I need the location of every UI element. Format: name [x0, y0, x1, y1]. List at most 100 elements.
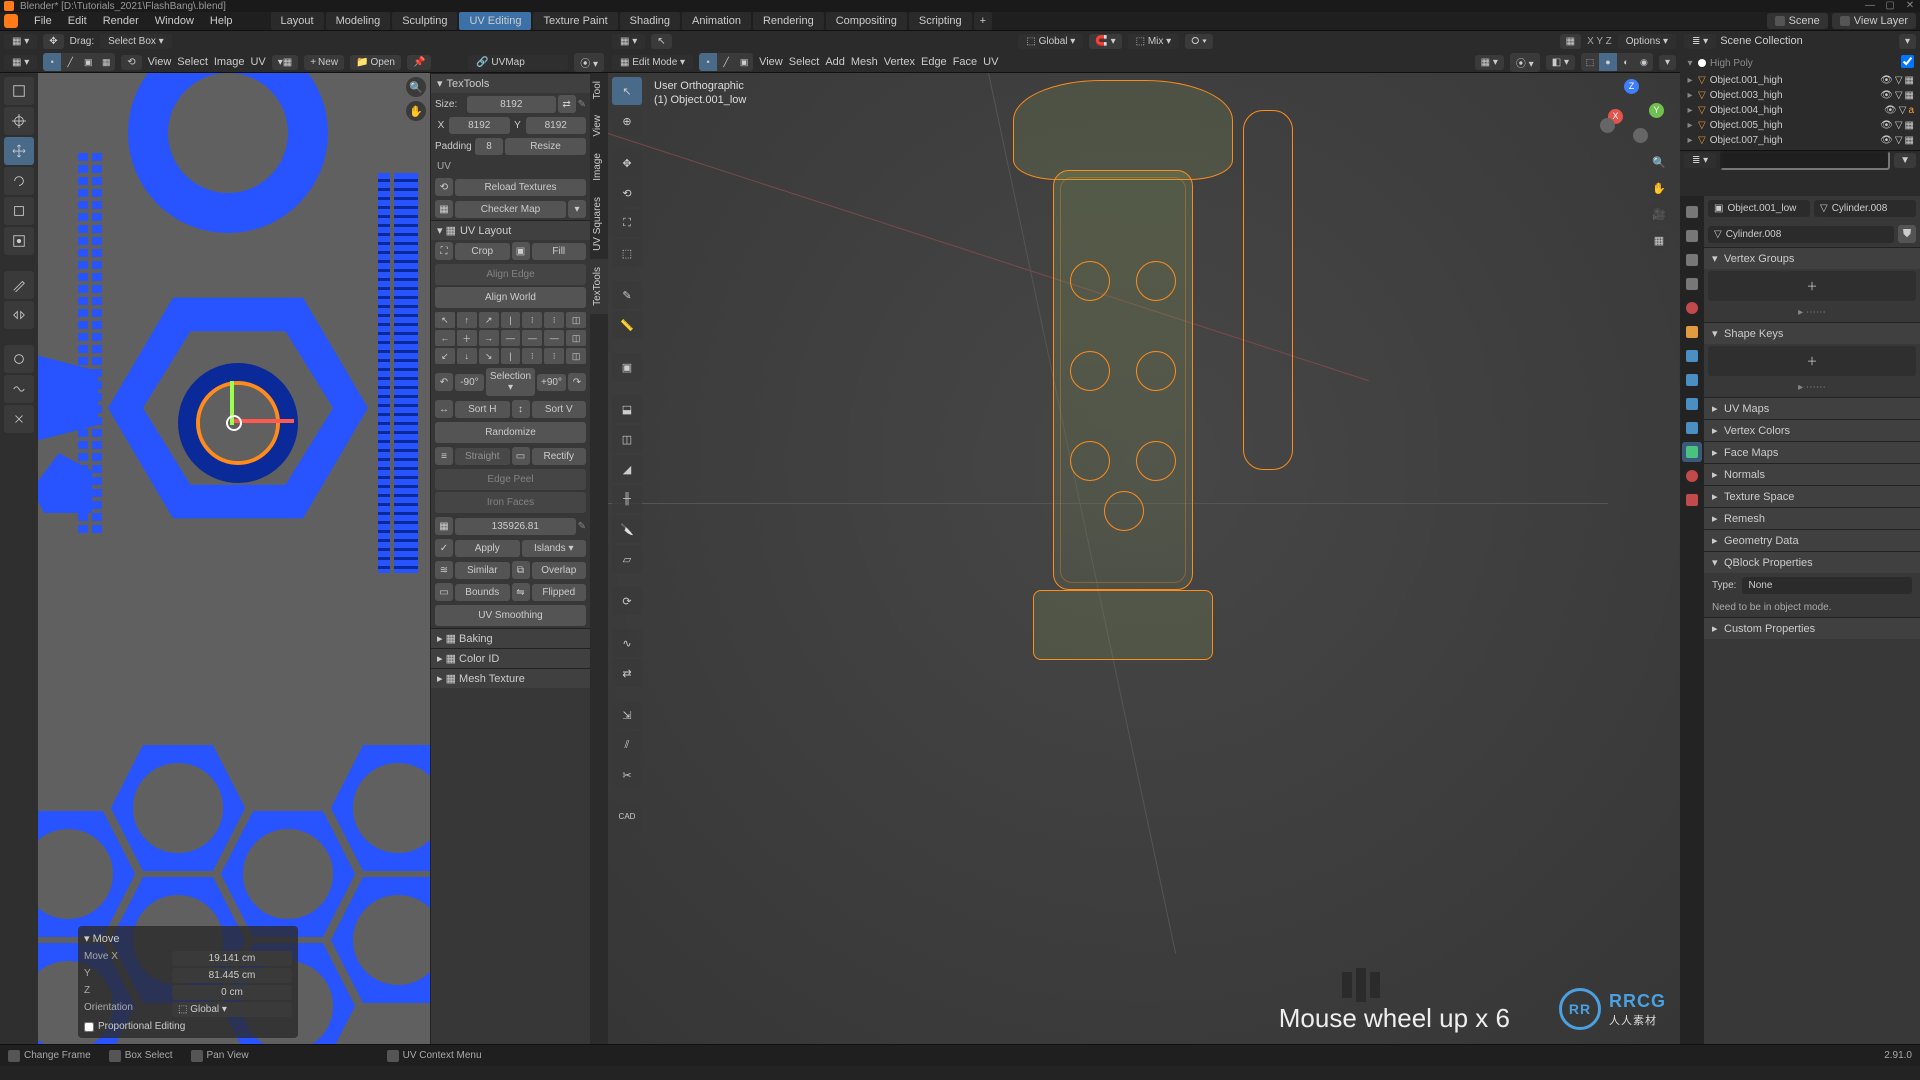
- menu-edit[interactable]: Edit: [60, 15, 95, 27]
- uv-canvas[interactable]: 🔍 ✋ ▾ Move Move X19.141 cm Y81.445 cm Z0…: [38, 73, 430, 1044]
- sec-uv-maps[interactable]: ▸UV Maps: [1704, 397, 1920, 419]
- orientation-dropdown[interactable]: ⬚ Global ▾: [172, 1002, 292, 1017]
- tool-transform[interactable]: [4, 227, 34, 255]
- options-dropdown[interactable]: Options ▾: [1618, 34, 1676, 49]
- ptab-world[interactable]: [1682, 298, 1702, 318]
- edge-peel-button[interactable]: Edge Peel: [435, 469, 586, 490]
- tool-rotate[interactable]: [4, 167, 34, 195]
- pin-image-button[interactable]: 📌: [407, 55, 431, 70]
- new-image-button[interactable]: + New: [304, 55, 344, 70]
- align-world-button[interactable]: Align World: [435, 287, 586, 308]
- camera-icon[interactable]: 🎥: [1648, 203, 1670, 225]
- uvmap-selector[interactable]: 🔗 UVMap: [468, 55, 568, 70]
- tab-texture-paint[interactable]: Texture Paint: [533, 12, 617, 30]
- baking-section[interactable]: ▸ ▦ Baking: [431, 628, 590, 648]
- persp-toggle-icon[interactable]: ▦: [1648, 229, 1670, 251]
- open-image-button[interactable]: 📁 Open: [350, 55, 401, 70]
- flipped-button[interactable]: Flipped: [532, 584, 587, 601]
- mesh-data-button[interactable]: ⛊: [1898, 225, 1916, 243]
- sec-texture-space[interactable]: ▸Texture Space: [1704, 485, 1920, 507]
- sec-geometry-data[interactable]: ▸Geometry Data: [1704, 529, 1920, 551]
- vp-cursor-icon[interactable]: ↖: [651, 34, 671, 49]
- vtool-measure[interactable]: 📏: [612, 311, 642, 339]
- shade-rendered[interactable]: ◉: [1635, 53, 1653, 71]
- vp-menu-face[interactable]: Face: [953, 56, 977, 68]
- vtool-annotate[interactable]: ✎: [612, 281, 642, 309]
- reload-textures-button[interactable]: Reload Textures: [455, 179, 586, 196]
- shade-solid[interactable]: ●: [1599, 53, 1617, 71]
- outliner-type-dropdown[interactable]: ≣ ▾: [1684, 34, 1716, 49]
- sec-remesh[interactable]: ▸Remesh: [1704, 507, 1920, 529]
- tool-relax[interactable]: [4, 375, 34, 403]
- uv-menu-select[interactable]: Select: [177, 56, 208, 68]
- vtool-smooth[interactable]: ∿: [612, 629, 642, 657]
- texel-eyedrop-icon[interactable]: ✎: [578, 521, 586, 532]
- tool-pinch[interactable]: [4, 405, 34, 433]
- mesh-display-toggle[interactable]: ▦ ▾: [1475, 55, 1504, 70]
- size-x-field[interactable]: 8192: [449, 117, 510, 134]
- move-z-value[interactable]: 0 cm: [172, 985, 292, 1000]
- menu-file[interactable]: File: [26, 15, 60, 27]
- tool-rip[interactable]: [4, 301, 34, 329]
- drag-mode-dropdown[interactable]: Select Box ▾: [100, 34, 172, 49]
- size-swap-button[interactable]: ⇄: [558, 95, 576, 113]
- vtool-inset[interactable]: ◫: [612, 425, 642, 453]
- snap-element[interactable]: ⬚ Mix ▾: [1128, 34, 1180, 49]
- uv-overlay-toggle[interactable]: ⦿ ▾: [574, 53, 604, 72]
- tab-animation[interactable]: Animation: [682, 12, 751, 30]
- orientation-dropdown[interactable]: ⬚ Global ▾: [1018, 34, 1083, 49]
- outliner-item[interactable]: ▸▽Object.004_high👁▽a: [1684, 103, 1916, 118]
- apply-button[interactable]: Apply: [455, 540, 520, 557]
- vtool-transform[interactable]: ⬚: [612, 239, 642, 267]
- ptab-output[interactable]: [1682, 226, 1702, 246]
- vtab-view[interactable]: View: [590, 107, 608, 145]
- align-h3[interactable]: —: [544, 330, 564, 346]
- vtool-rip[interactable]: ✂: [612, 761, 642, 789]
- align-lbar[interactable]: |: [501, 312, 521, 328]
- align-v3[interactable]: ⁝: [544, 348, 564, 364]
- checker-map-button[interactable]: Checker Map: [455, 201, 566, 218]
- align-h2[interactable]: —: [522, 330, 542, 346]
- collection-highpoly[interactable]: ▾ High Poly: [1684, 53, 1916, 73]
- tool-grab[interactable]: [4, 345, 34, 373]
- tab-modeling[interactable]: Modeling: [326, 12, 391, 30]
- outliner-filter-icon[interactable]: ▾: [1899, 34, 1916, 49]
- proportional-toggle[interactable]: ⭘ ▾: [1185, 34, 1213, 49]
- outliner-filter-button[interactable]: ▼: [1894, 153, 1916, 168]
- overlay-toggle[interactable]: ⦿ ▾: [1510, 53, 1540, 72]
- uv-mode-dropdown[interactable]: ▦ ▾: [4, 55, 37, 70]
- tool-move[interactable]: [4, 137, 34, 165]
- align-t[interactable]: ↑: [457, 312, 477, 328]
- sec-shape-keys[interactable]: ▾Shape Keys: [1704, 322, 1920, 344]
- crop-button[interactable]: Crop: [455, 243, 510, 260]
- tool-annotate[interactable]: [4, 271, 34, 299]
- select-mode-face[interactable]: ▣: [79, 53, 97, 71]
- meshtex-section[interactable]: ▸ ▦ Mesh Texture: [431, 668, 590, 688]
- vp-menu-uv[interactable]: UV: [983, 56, 998, 68]
- outliner-item[interactable]: ▸▽Object.007_high👁▽▦: [1684, 133, 1916, 148]
- align-d[interactable]: ◫: [566, 348, 586, 364]
- vtool-scale[interactable]: ⛶: [612, 209, 642, 237]
- sec-face-maps[interactable]: ▸Face Maps: [1704, 441, 1920, 463]
- menu-help[interactable]: Help: [202, 15, 241, 27]
- texel-density-field[interactable]: 135926.81: [455, 518, 576, 535]
- vtool-loopcut[interactable]: ╫: [612, 485, 642, 513]
- uv-menu-view[interactable]: View: [148, 56, 172, 68]
- bounds-button[interactable]: Bounds: [455, 584, 510, 601]
- shading-dropdown[interactable]: ▾: [1659, 55, 1676, 70]
- sec-vertex-groups[interactable]: ▾Vertex Groups: [1704, 247, 1920, 269]
- sel-vertex[interactable]: •: [699, 53, 717, 71]
- uv-layout-header[interactable]: ▾ ▦ UV Layout: [431, 220, 590, 240]
- ptab-particles[interactable]: [1682, 370, 1702, 390]
- tool-select-box[interactable]: [4, 77, 34, 105]
- tab-add-workspace[interactable]: +: [974, 12, 992, 30]
- vtool-knife[interactable]: 🔪: [612, 515, 642, 543]
- ptab-constraints[interactable]: [1682, 418, 1702, 438]
- align-c[interactable]: ＋: [457, 330, 477, 346]
- ptab-physics[interactable]: [1682, 394, 1702, 414]
- size-preset-dropdown[interactable]: 8192: [467, 96, 556, 113]
- size-eyedrop-icon[interactable]: ✎: [578, 99, 586, 110]
- vtab-tool[interactable]: Tool: [590, 73, 608, 107]
- outliner-item[interactable]: ▸▽Object.005_high👁▽▦: [1684, 118, 1916, 133]
- vtab-uvsquares[interactable]: UV Squares: [590, 189, 608, 259]
